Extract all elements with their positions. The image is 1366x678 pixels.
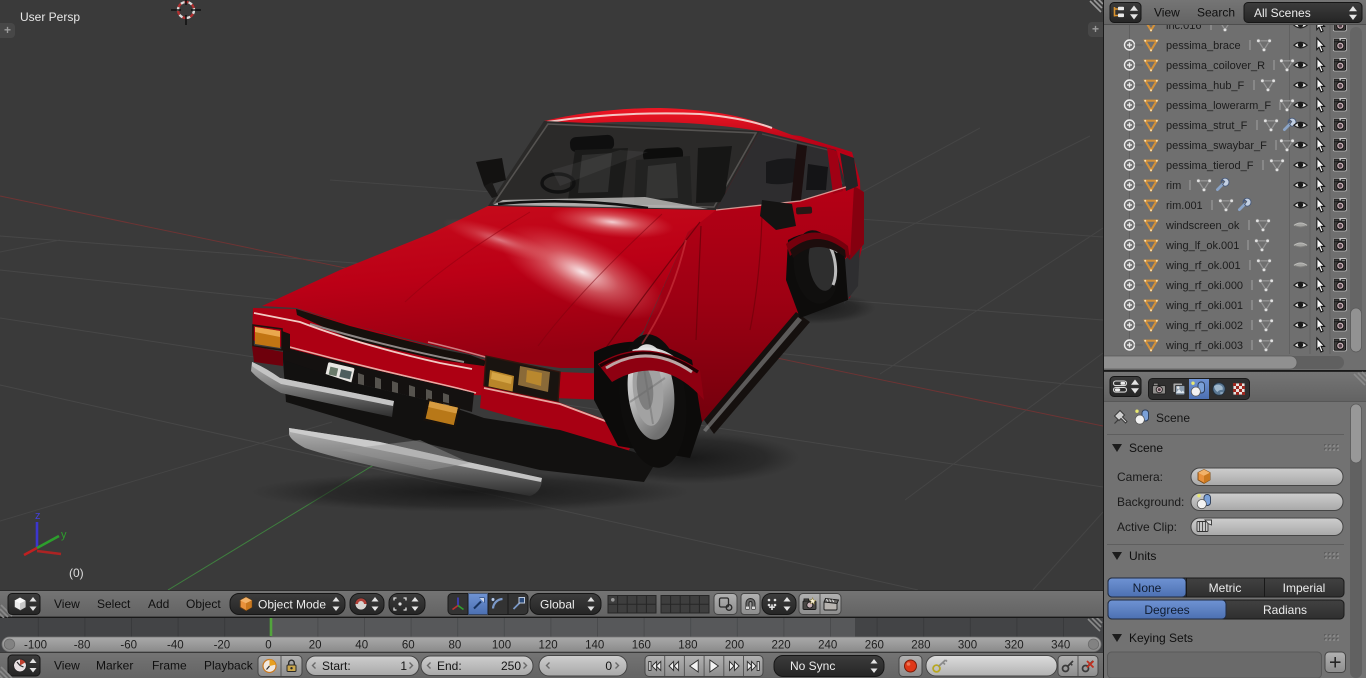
svg-text:windscreen_ok: windscreen_ok	[1165, 220, 1240, 232]
svg-text:220: 220	[772, 640, 791, 652]
svg-text:wing_rf_oki.001: wing_rf_oki.001	[1165, 300, 1243, 312]
svg-text:rim: rim	[1166, 180, 1181, 192]
svg-text:Object Mode: Object Mode	[258, 598, 326, 612]
svg-text:280: 280	[911, 640, 930, 652]
svg-text:Scene: Scene	[1129, 441, 1163, 455]
svg-text:Object: Object	[186, 597, 221, 611]
svg-text:No Sync: No Sync	[790, 659, 835, 673]
svg-text:100: 100	[492, 640, 511, 652]
svg-text:Camera:: Camera:	[1117, 470, 1163, 484]
svg-text:z: z	[35, 510, 41, 522]
svg-text:0: 0	[265, 640, 271, 652]
svg-text:20: 20	[309, 640, 322, 652]
svg-text:Search: Search	[1197, 6, 1235, 20]
svg-text:All Scenes: All Scenes	[1254, 6, 1311, 20]
svg-text:-80: -80	[74, 640, 91, 652]
svg-text:240: 240	[818, 640, 837, 652]
svg-text:Marker: Marker	[96, 659, 133, 673]
svg-text:Radians: Radians	[1263, 603, 1307, 617]
svg-text:None: None	[1133, 581, 1162, 595]
svg-text:View: View	[54, 659, 80, 673]
svg-text:340: 340	[1051, 640, 1070, 652]
svg-text:Start:: Start:	[322, 659, 351, 673]
svg-text:rim.001: rim.001	[1166, 200, 1203, 212]
svg-text:120: 120	[539, 640, 558, 652]
svg-text:250: 250	[501, 659, 521, 673]
svg-text:-100: -100	[24, 640, 47, 652]
svg-text:View: View	[54, 597, 80, 611]
svg-text:-40: -40	[167, 640, 184, 652]
svg-text:End:: End:	[437, 659, 462, 673]
svg-text:wing_rf_oki.002: wing_rf_oki.002	[1165, 320, 1243, 332]
svg-text:300: 300	[958, 640, 977, 652]
svg-text:wing_rf_oki.000: wing_rf_oki.000	[1165, 280, 1243, 292]
svg-text:pessima_swaybar_F: pessima_swaybar_F	[1166, 140, 1267, 152]
svg-text:-60: -60	[120, 640, 137, 652]
svg-text:0: 0	[605, 659, 612, 673]
svg-text:Frame: Frame	[152, 659, 187, 673]
svg-text:pessima_hub_F: pessima_hub_F	[1166, 80, 1245, 92]
svg-text:Add: Add	[148, 597, 169, 611]
svg-text:140: 140	[585, 640, 604, 652]
svg-text:wing_rf_ok.001: wing_rf_ok.001	[1165, 260, 1241, 272]
svg-text:pessima_coilover_R: pessima_coilover_R	[1166, 60, 1265, 72]
svg-text:Background:: Background:	[1117, 495, 1184, 509]
svg-text:y: y	[61, 529, 67, 541]
svg-text:-20: -20	[214, 640, 231, 652]
svg-text:pessima_strut_F: pessima_strut_F	[1166, 120, 1248, 132]
svg-text:260: 260	[865, 640, 884, 652]
svg-text:Scene: Scene	[1156, 411, 1190, 425]
svg-text:Playback: Playback	[204, 659, 254, 673]
svg-text:Select: Select	[97, 597, 131, 611]
svg-text:pessima_lowerarm_F: pessima_lowerarm_F	[1166, 100, 1271, 112]
svg-text:320: 320	[1005, 640, 1024, 652]
svg-text:200: 200	[725, 640, 744, 652]
svg-text:wing_rf_oki.003: wing_rf_oki.003	[1165, 340, 1243, 352]
svg-text:180: 180	[678, 640, 697, 652]
svg-text:60: 60	[402, 640, 415, 652]
svg-text:View: View	[1154, 6, 1180, 20]
svg-text:Imperial: Imperial	[1283, 581, 1326, 595]
svg-text:80: 80	[449, 640, 462, 652]
svg-text:Global: Global	[540, 598, 575, 612]
svg-text:Units: Units	[1129, 549, 1156, 563]
svg-text:160: 160	[632, 640, 651, 652]
svg-text:pessima_brace: pessima_brace	[1166, 40, 1241, 52]
svg-text:1: 1	[400, 659, 407, 673]
svg-text:Keying Sets: Keying Sets	[1129, 631, 1193, 645]
svg-text:pessima_tierod_F: pessima_tierod_F	[1166, 160, 1254, 172]
svg-text:Metric: Metric	[1209, 581, 1242, 595]
svg-text:wing_lf_ok.001: wing_lf_ok.001	[1165, 240, 1239, 252]
svg-text:Active Clip:: Active Clip:	[1117, 520, 1177, 534]
svg-text:40: 40	[355, 640, 368, 652]
svg-text:Degrees: Degrees	[1144, 603, 1189, 617]
